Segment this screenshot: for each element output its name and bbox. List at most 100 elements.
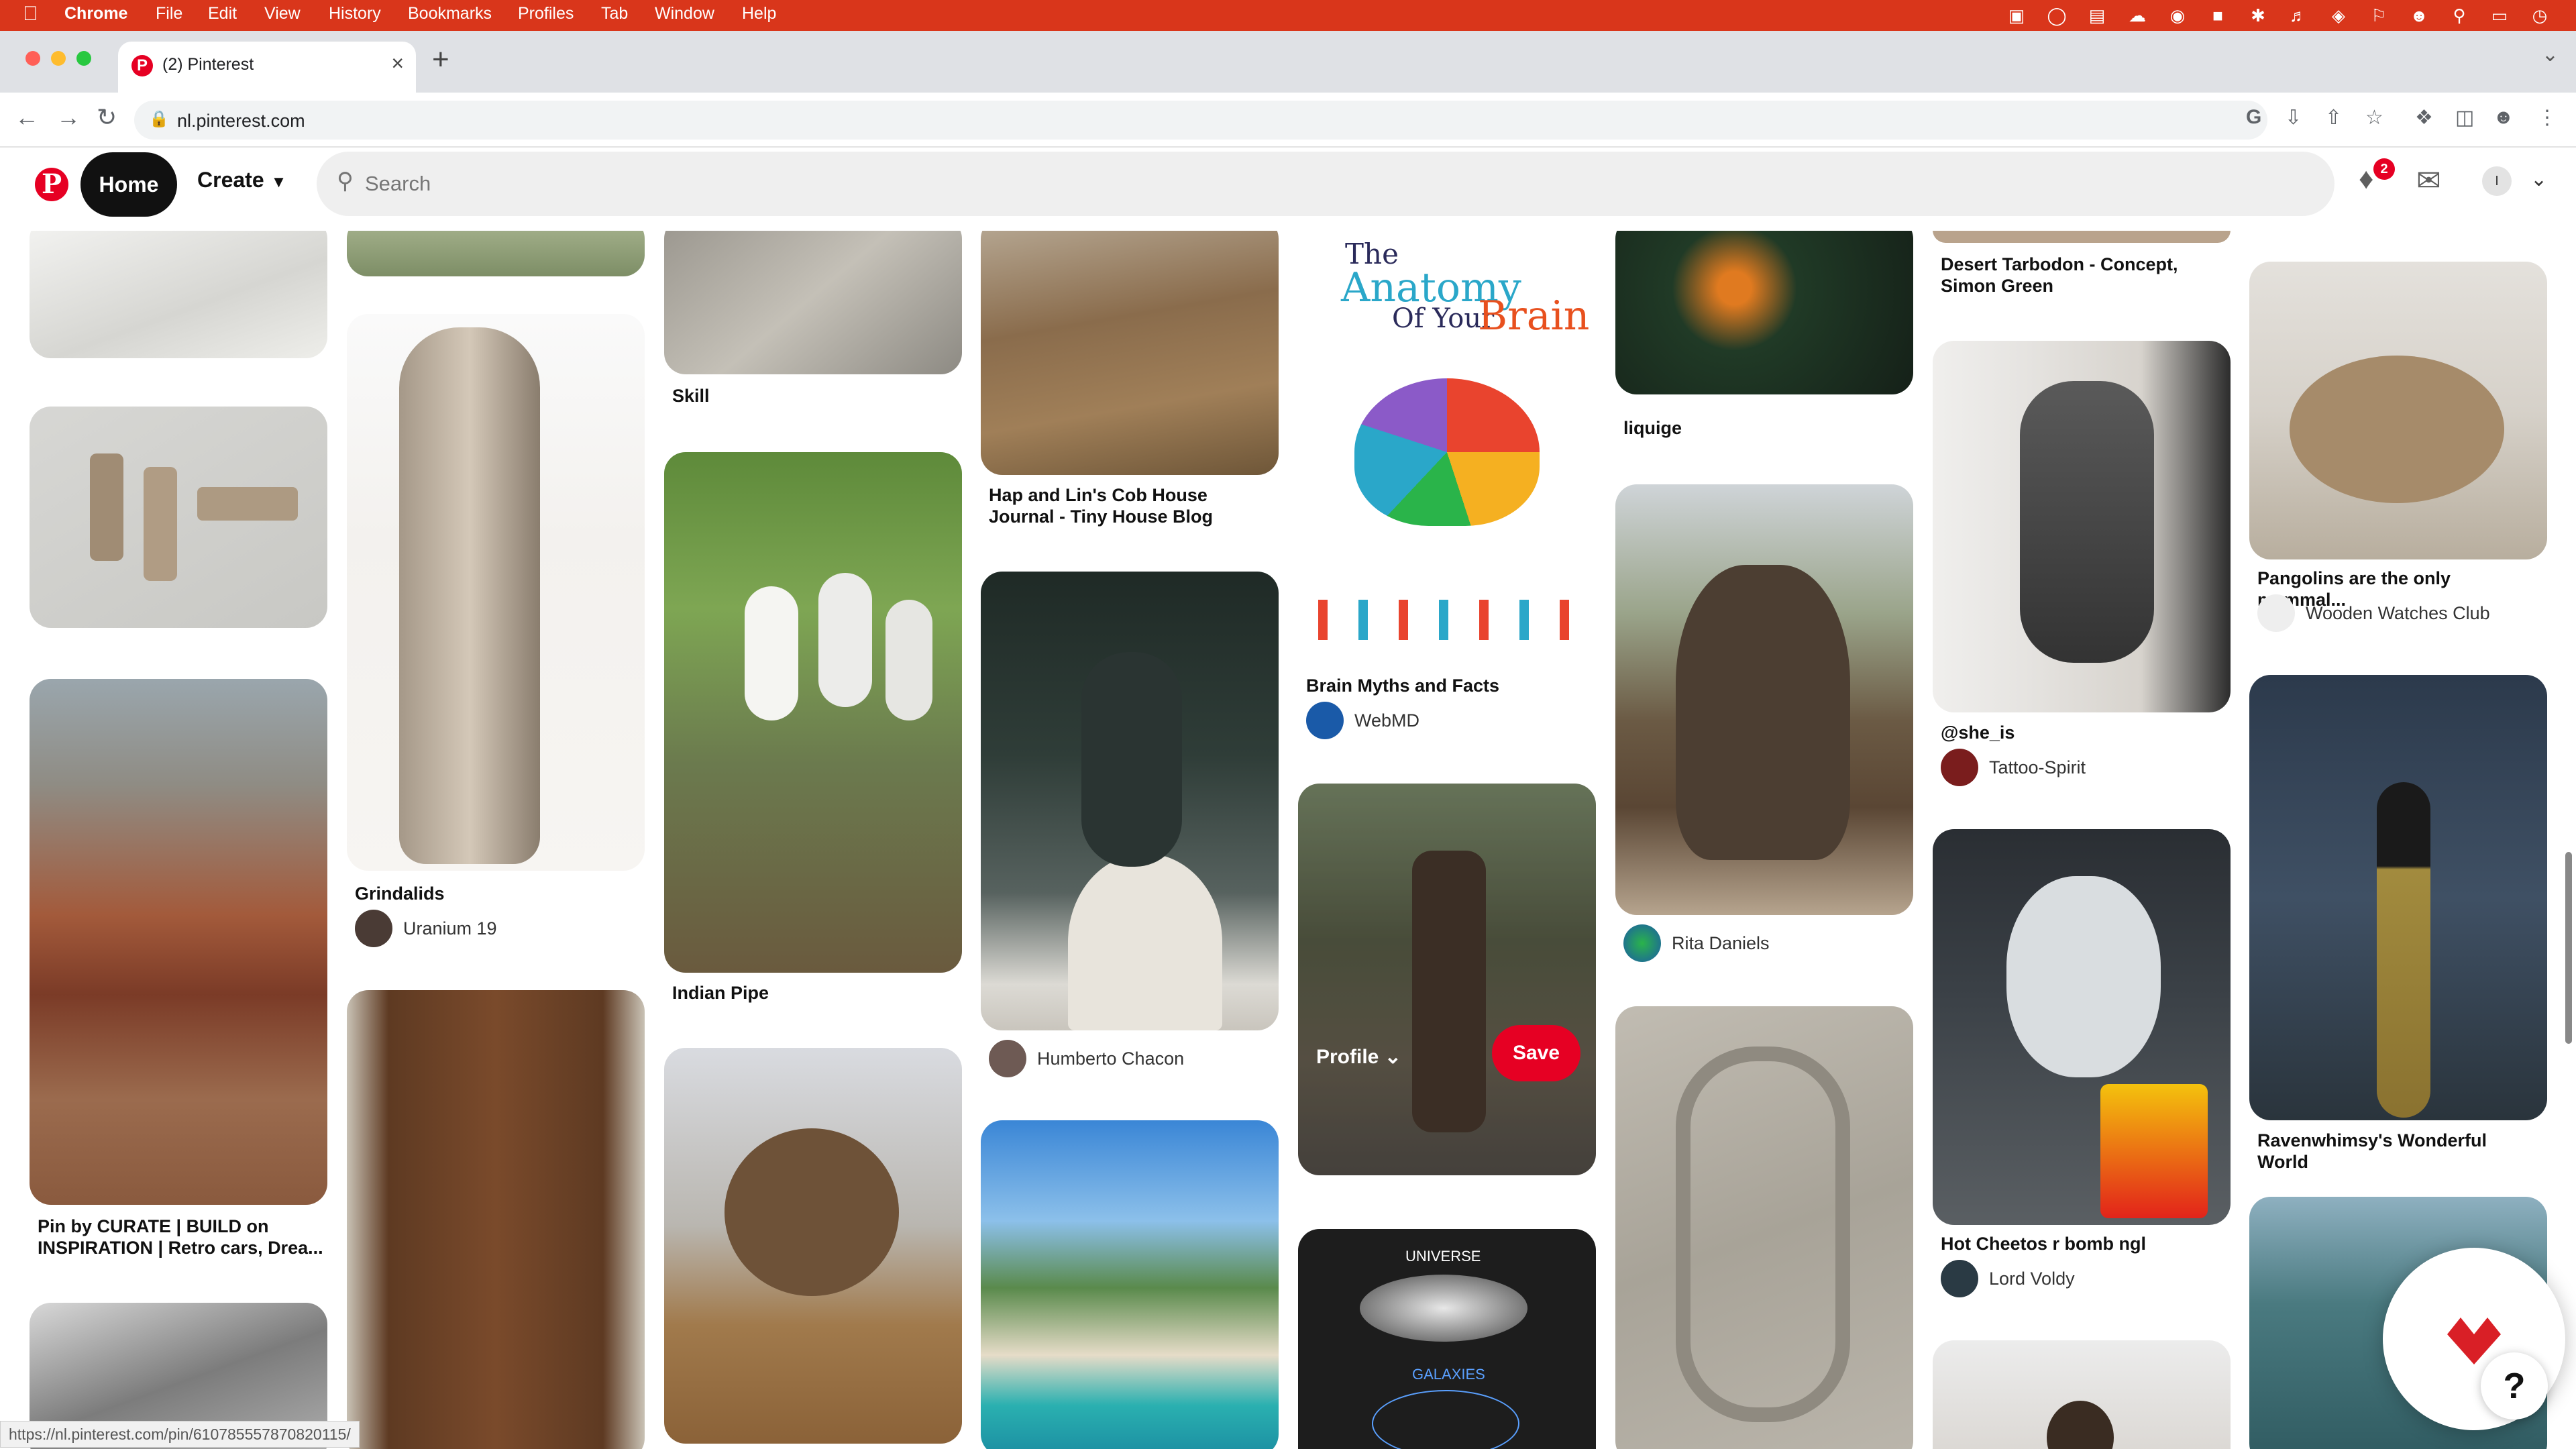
google-icon[interactable]: G (2246, 106, 2261, 129)
messages-icon[interactable]: ✉ (2416, 164, 2441, 198)
menu-tab[interactable]: Tab (601, 4, 628, 23)
pin-retro-car-interior[interactable] (30, 679, 327, 1205)
pin-orange-fungi[interactable] (1615, 231, 1913, 394)
pin-meadow[interactable] (347, 231, 645, 276)
install-icon[interactable]: ⇩ (2285, 106, 2302, 129)
cloud-icon[interactable]: ☁ (2117, 5, 2157, 26)
save-button[interactable]: Save (1492, 1025, 1580, 1081)
pin-author[interactable]: Rita Daniels (1623, 924, 1770, 962)
pin-ravenwhimsy-fungus[interactable] (2249, 675, 2547, 1120)
share-icon[interactable]: ⇧ (2325, 106, 2342, 129)
pin-title[interactable]: Ravenwhimsy's Wonderful World (2257, 1130, 2539, 1173)
pin-celtic-stone-carving[interactable] (1615, 1006, 1913, 1449)
pin-title[interactable]: @she_is (1941, 722, 2015, 743)
board-selector[interactable]: Profile ⌄ (1316, 1045, 1401, 1069)
pin-universe-infographic[interactable]: UNIVERSE GALAXIES (1298, 1229, 1596, 1449)
pin-author[interactable]: Humberto Chacon (989, 1040, 1184, 1077)
pin-wicker-nest-chair[interactable] (664, 1048, 962, 1444)
zoom-window-button[interactable] (76, 51, 91, 66)
lock-icon[interactable]: 🔒 (149, 109, 169, 129)
pin-title[interactable]: Skill (672, 385, 710, 407)
menu-file[interactable]: File (156, 4, 182, 23)
flag-icon[interactable]: ⚐ (2359, 5, 2399, 26)
create-button[interactable]: Create ▼ (197, 168, 286, 193)
menu-view[interactable]: View (264, 4, 301, 23)
volume-icon[interactable]: ♬ (2278, 5, 2318, 26)
pin-portrait[interactable] (1933, 1340, 2231, 1449)
pin-author[interactable]: Lord Voldy (1941, 1260, 2075, 1297)
menu-bookmarks[interactable]: Bookmarks (408, 4, 492, 23)
pinterest-logo-icon[interactable]: P (35, 168, 68, 201)
pin-title[interactable]: liquige (1623, 417, 1682, 439)
extensions-icon[interactable]: ❖ (2415, 106, 2433, 129)
menu-help[interactable]: Help (742, 4, 776, 23)
pin-pangolin[interactable] (2249, 262, 2547, 559)
bookmark-star-icon[interactable]: ☆ (2365, 106, 2383, 129)
minimize-window-button[interactable] (51, 51, 66, 66)
scrollbar-thumb[interactable] (2565, 852, 2572, 1044)
s-icon[interactable]: ■ (2198, 5, 2238, 26)
pin-grindalids-sculpture[interactable] (347, 314, 645, 871)
pin-brain-anatomy[interactable]: The Anatomy Of Your Brain (1298, 231, 1596, 659)
pin-indian-pipe[interactable] (664, 452, 962, 973)
back-icon[interactable]: ← (15, 103, 39, 131)
tab-search-chevron-icon[interactable]: ⌄ (2542, 43, 2559, 66)
pin-author[interactable]: WebMD (1306, 702, 1419, 739)
menu-window[interactable]: Window (655, 4, 714, 23)
tab-pinterest[interactable]: P (2) Pinterest × (118, 42, 416, 93)
menu-history[interactable]: History (329, 4, 381, 23)
menu-chrome[interactable]: Chrome (64, 4, 127, 23)
pin-ancient-olive-tree[interactable] (1615, 484, 1913, 915)
pin-title[interactable]: Hap and Lin's Cob House Journal - Tiny H… (989, 484, 1277, 527)
pin-gothic-door[interactable] (347, 990, 645, 1449)
new-tab-button[interactable]: + (432, 43, 449, 76)
help-button[interactable]: ? (2481, 1352, 2548, 1419)
pin-title[interactable]: Desert Tarbodon - Concept, Simon Green (1941, 254, 2222, 297)
account-chevron-icon[interactable]: ⌄ (2530, 168, 2547, 191)
menu-profiles[interactable]: Profiles (518, 4, 574, 23)
display-icon[interactable]: ▤ (2077, 5, 2117, 26)
pin-stone-artifacts[interactable] (30, 407, 327, 628)
wifi-icon[interactable]: ◈ (2318, 5, 2359, 26)
pin-author[interactable]: Uranium 19 (355, 910, 497, 947)
pin-author[interactable]: Wooden Watches Club (2257, 594, 2490, 632)
home-button[interactable]: Home (80, 152, 177, 217)
pin-skill-pavers[interactable] (664, 231, 962, 374)
close-window-button[interactable] (25, 51, 40, 66)
notifications-icon[interactable]: ♦ (2359, 162, 2373, 196)
profile-icon[interactable]: ☻ (2493, 106, 2514, 129)
pin-desert-image[interactable] (1933, 231, 2231, 243)
clock-icon[interactable]: ◷ (2520, 5, 2560, 26)
pin-tattoo-leg[interactable] (1933, 341, 2231, 712)
battery-icon[interactable]: ▭ (2479, 5, 2520, 26)
pin-sketch-tree[interactable] (30, 231, 327, 358)
record-icon[interactable]: ◉ (2157, 5, 2198, 26)
side-panel-icon[interactable]: ◫ (2455, 106, 2474, 129)
close-tab-icon[interactable]: × (391, 51, 404, 76)
pin-title[interactable]: Brain Myths and Facts (1306, 675, 1499, 696)
pin-beach-cove[interactable] (981, 1120, 1279, 1449)
url-text[interactable]: nl.pinterest.com (177, 111, 305, 131)
reload-icon[interactable]: ↻ (97, 103, 117, 131)
search-icon[interactable]: ⚲ (2439, 5, 2479, 26)
screen-mirror-icon[interactable]: ▣ (1996, 5, 2037, 26)
user-icon[interactable]: ☻ (2399, 5, 2439, 26)
pin-tree-hovered[interactable] (1298, 784, 1596, 1175)
pin-title[interactable]: Hot Cheetos r bomb ngl (1941, 1233, 2146, 1254)
pin-cob-house-kitchen[interactable] (981, 231, 1279, 475)
pin-baby-crocodile[interactable] (981, 572, 1279, 1030)
menu-edit[interactable]: Edit (208, 4, 237, 23)
search-input[interactable]: ⚲ Search (317, 152, 2334, 216)
avatar[interactable]: I (2482, 166, 2512, 196)
pin-author[interactable]: Tattoo-Spirit (1941, 749, 2086, 786)
forward-icon[interactable]: → (56, 103, 80, 131)
apple-icon[interactable]:  (23, 3, 38, 25)
pin-title[interactable]: Indian Pipe (672, 982, 769, 1004)
pin-title[interactable]: Pin by CURATE | BUILD on INSPIRATION | R… (38, 1216, 326, 1258)
pin-title[interactable]: Grindalids (355, 883, 445, 904)
pin-hot-cheetos[interactable] (1933, 829, 2231, 1225)
bluetooth-icon[interactable]: ✱ (2238, 5, 2278, 26)
circle-icon[interactable]: ◯ (2037, 5, 2077, 26)
more-menu-icon[interactable]: ⋮ (2537, 106, 2557, 129)
omnibox[interactable]: 🔒 nl.pinterest.com (134, 101, 2267, 140)
